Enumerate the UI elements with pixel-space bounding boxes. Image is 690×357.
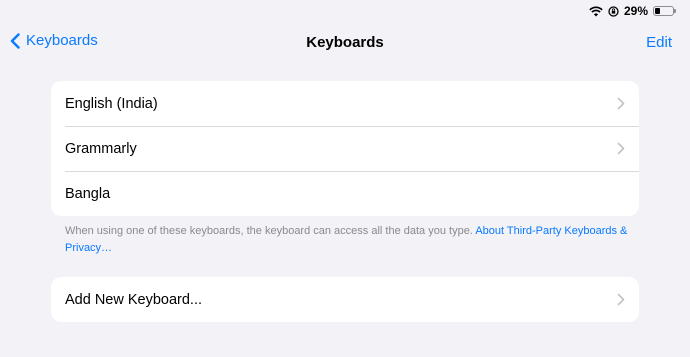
chevron-right-icon [617,142,625,155]
footnote-text: When using one of these keyboards, the k… [65,225,476,237]
keyboard-row-grammarly[interactable]: Grammarly [51,126,639,171]
add-keyboard-group: Add New Keyboard... [51,277,639,322]
add-new-keyboard-button[interactable]: Add New Keyboard... [51,277,639,322]
navigation-bar: Keyboards Keyboards Edit [0,30,690,58]
chevron-right-icon [617,293,625,306]
wifi-icon [589,6,603,16]
chevron-right-icon [617,97,625,110]
status-bar: 29% [589,0,690,22]
edit-button[interactable]: Edit [646,34,672,51]
battery-percent: 29% [623,4,648,18]
privacy-footnote: When using one of these keyboards, the k… [65,223,677,257]
battery-icon [653,6,676,16]
keyboard-row-english-india[interactable]: English (India) [51,81,639,126]
keyboard-label: Grammarly [65,140,137,157]
add-new-keyboard-label: Add New Keyboard... [65,291,203,308]
keyboard-label: Bangla [65,185,111,202]
page-title: Keyboards [306,34,384,51]
orientation-lock-icon [608,5,619,17]
keyboards-list: English (India) Grammarly Bangla [51,81,639,216]
battery-fill [655,8,660,14]
keyboard-label: English (India) [65,95,158,112]
keyboard-row-bangla[interactable]: Bangla [51,171,639,216]
